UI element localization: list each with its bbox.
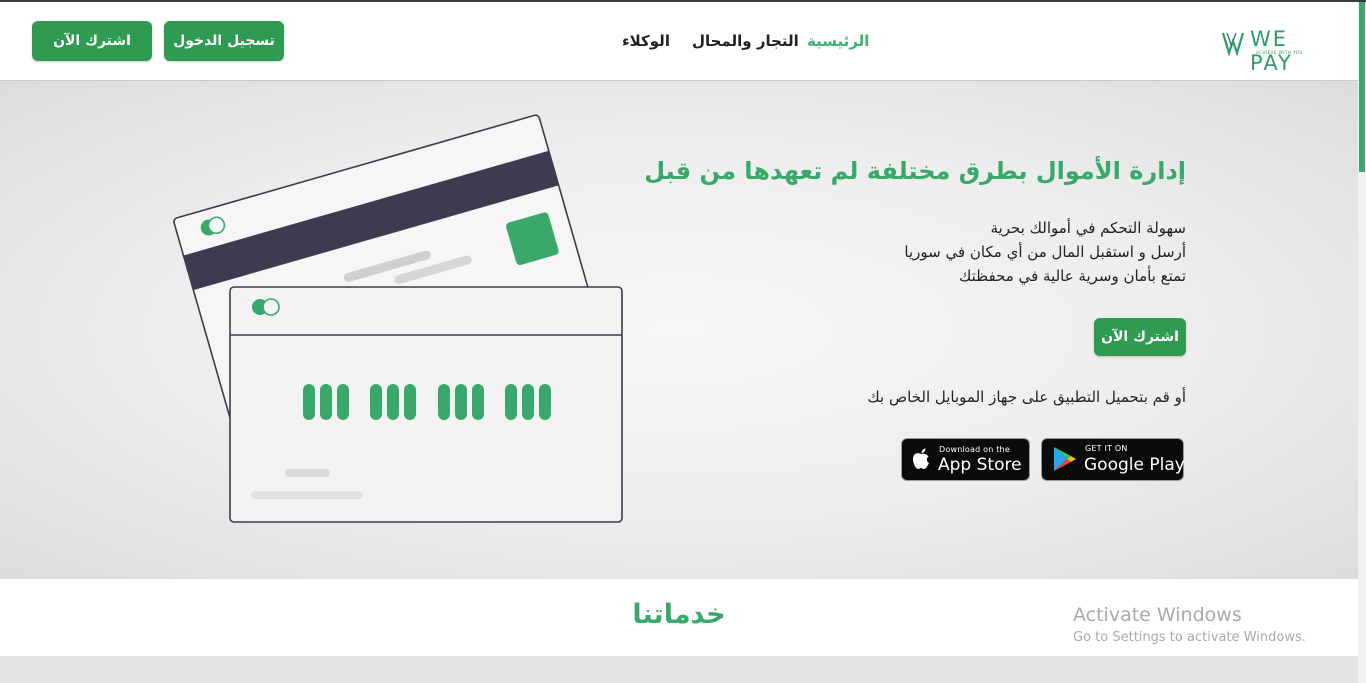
hero-signup-button[interactable]: اشترك الآن [1094, 318, 1186, 356]
hero-feature-2: أرسل و استقبل المال من أي مكان في سوريا [904, 243, 1186, 261]
hero-section: إدارة الأموال بطرق مختلفة لم تعهدها من ق… [0, 81, 1358, 579]
nav-link-home[interactable]: الرئيسية [807, 32, 869, 50]
nav-link-agents[interactable]: الوكلاء [622, 32, 670, 50]
apple-icon [913, 448, 929, 469]
download-app-text: أو قم بتحميل التطبيق على جهاز الموبايل ا… [867, 388, 1186, 406]
app-store-small-text: Download on the [939, 445, 1010, 454]
activate-windows-title: Activate Windows [1073, 604, 1242, 626]
app-store-big-text: App Store [938, 455, 1022, 475]
wepay-logo-icon [1222, 32, 1245, 57]
top-navbar: WE PAY ACHIEVE WITH YOU الرئيسية التجار … [0, 2, 1358, 81]
activate-windows-subtitle: Go to Settings to activate Windows. [1073, 630, 1306, 645]
hero-title: إدارة الأموال بطرق مختلفة لم تعهدها من ق… [644, 157, 1186, 185]
nav-link-merchants[interactable]: التجار والمحال [692, 32, 799, 50]
google-play-badge[interactable]: GET IT ON Google Play [1041, 438, 1185, 481]
wepay-logo[interactable]: WE PAY ACHIEVE WITH YOU [1222, 27, 1332, 75]
signup-header-button[interactable]: اشترك الآن [32, 21, 152, 61]
next-section-band [0, 656, 1358, 683]
hero-feature-1: سهولة التحكم في أموالك بحرية [990, 219, 1186, 237]
login-button[interactable]: تسجيل الدخول [164, 21, 284, 61]
scrollbar-thumb[interactable] [1359, 2, 1365, 172]
app-store-badge[interactable]: Download on the App Store [901, 438, 1030, 481]
credit-card-illustration [173, 114, 623, 523]
google-play-small-text: GET IT ON [1085, 444, 1128, 453]
brand-tagline: ACHIEVE WITH YOU [1256, 50, 1303, 55]
google-play-big-text: Google Play [1084, 455, 1185, 475]
hero-feature-3: تمتع بأمان وسرية عالية في محفظتك [959, 267, 1186, 285]
google-play-icon [1054, 447, 1076, 471]
